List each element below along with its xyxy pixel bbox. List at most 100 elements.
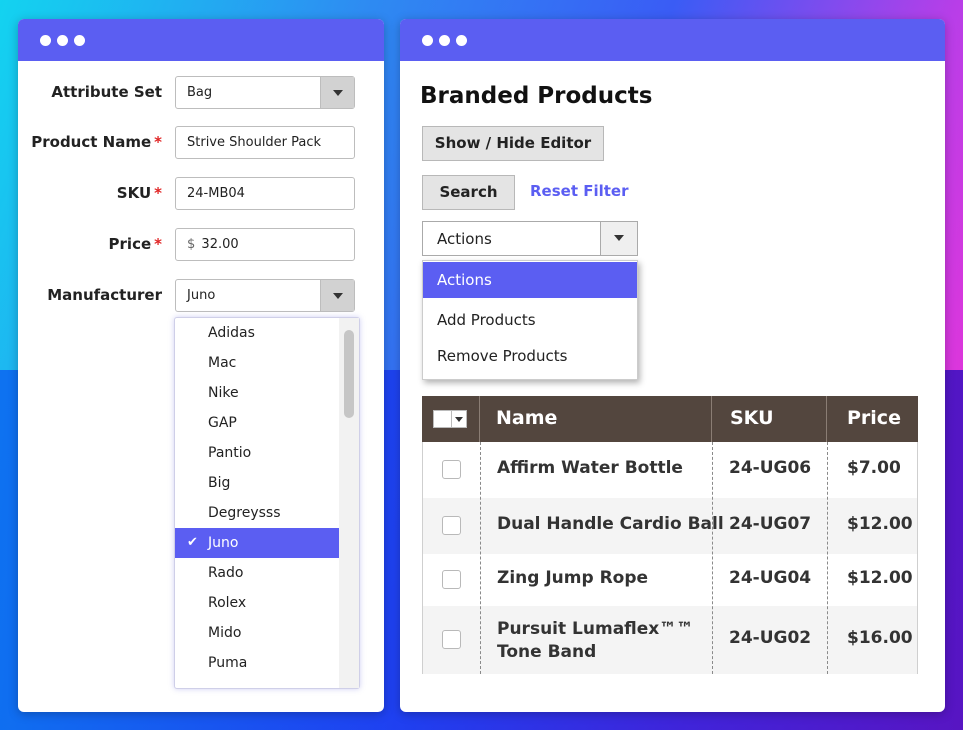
manufacturer-option[interactable]: Degreysss — [175, 498, 339, 528]
chevron-down-icon[interactable] — [600, 222, 637, 255]
cell-price: $12.00 — [847, 514, 913, 534]
manufacturer-option[interactable]: Nike — [175, 378, 339, 408]
cell-price: $12.00 — [847, 568, 913, 588]
manufacturer-option[interactable]: Mac — [175, 348, 339, 378]
chevron-down-icon[interactable] — [320, 280, 354, 311]
row-checkbox[interactable] — [442, 570, 461, 589]
row-checkbox[interactable] — [442, 630, 461, 649]
chevron-down-icon[interactable] — [455, 417, 463, 422]
product-name-input[interactable]: Strive Shoulder Pack — [175, 126, 355, 159]
scrollbar-thumb[interactable] — [344, 330, 354, 418]
attribute-set-row: Attribute Set Bag — [18, 76, 384, 110]
manufacturer-option[interactable]: Puma — [175, 648, 339, 678]
sku-input[interactable]: 24-MB04 — [175, 177, 355, 210]
cell-price: $7.00 — [847, 458, 901, 478]
cell-name-line1: Pursuit Lumaflex™™ — [497, 619, 694, 639]
manufacturer-label: Manufacturer — [47, 286, 162, 304]
manufacturer-option-label: Adidas — [208, 325, 255, 341]
product-form-window: Attribute Set Bag Product Name * Strive S… — [18, 19, 384, 712]
cell-name-line2: Tone Band — [497, 642, 597, 662]
cell-sku: 24-UG04 — [729, 568, 812, 588]
window-dot-icon — [422, 34, 433, 46]
manufacturer-option[interactable]: Pantio — [175, 438, 339, 468]
manufacturer-value: Juno — [187, 288, 216, 303]
window-dot-icon — [74, 34, 85, 46]
cell-sku: 24-UG06 — [729, 458, 812, 478]
cell-sku: 24-UG02 — [729, 628, 812, 648]
column-divider — [827, 442, 828, 674]
row-checkbox[interactable] — [442, 460, 461, 479]
table-row[interactable]: Pursuit Lumaflex™™ Tone Band 24-UG02 $16.00 — [423, 606, 917, 674]
mass-select-checkbox[interactable] — [433, 410, 467, 428]
window-titlebar — [18, 19, 384, 61]
page-title: Branded Products — [420, 83, 653, 109]
row-checkbox[interactable] — [442, 516, 461, 535]
manufacturer-option-label: GAP — [208, 415, 237, 431]
column-divider — [480, 442, 481, 674]
cell-name: Dual Handle Cardio Ball — [497, 514, 724, 534]
manufacturer-option[interactable]: Big — [175, 468, 339, 498]
column-header-price[interactable]: Price — [847, 396, 901, 442]
manufacturer-dropdown[interactable]: Adidas Mac Nike GAP Pantio Big Degreysss ✔ Juno R… — [174, 317, 360, 689]
price-input[interactable]: $ 32.00 — [175, 228, 355, 261]
show-hide-editor-button[interactable]: Show / Hide Editor — [422, 126, 604, 161]
check-icon: ✔ — [187, 535, 198, 550]
manufacturer-select[interactable]: Juno — [175, 279, 355, 312]
manufacturer-option-label: Degreysss — [208, 505, 281, 521]
table-row[interactable]: Affirm Water Bottle 24-UG06 $7.00 — [423, 442, 917, 498]
chevron-down-icon[interactable] — [320, 77, 354, 108]
cell-name: Pursuit Lumaflex™™ Tone Band — [497, 618, 693, 664]
product-name-row: Product Name * Strive Shoulder Pack — [18, 126, 384, 160]
table-row[interactable]: Zing Jump Rope 24-UG04 $12.00 — [423, 554, 917, 606]
required-mark: * — [154, 184, 162, 202]
manufacturer-option[interactable]: Rolex — [175, 588, 339, 618]
manufacturer-option-label: Big — [208, 475, 231, 491]
window-titlebar — [400, 19, 945, 61]
grid-header: Name SKU Price — [422, 396, 918, 442]
price-label: Price * — [108, 235, 162, 253]
sku-value: 24-MB04 — [187, 186, 245, 201]
actions-menu-item-remove-products[interactable]: Remove Products — [423, 338, 637, 374]
manufacturer-option-label: Mac — [208, 355, 237, 371]
manufacturer-option[interactable]: Rado — [175, 558, 339, 588]
actions-select-value: Actions — [437, 230, 492, 248]
required-mark: * — [154, 235, 162, 253]
column-header-sku[interactable]: SKU — [730, 396, 774, 442]
cell-name: Zing Jump Rope — [497, 568, 649, 588]
manufacturer-row: Manufacturer Juno — [18, 279, 384, 313]
product-name-value: Strive Shoulder Pack — [187, 135, 322, 150]
product-name-label: Product Name * — [31, 133, 162, 151]
search-button[interactable]: Search — [422, 175, 515, 210]
actions-menu-item-add-products[interactable]: Add Products — [423, 302, 637, 338]
manufacturer-option[interactable]: ✔ Juno — [175, 528, 339, 558]
grid-body: Affirm Water Bottle 24-UG06 $7.00 Dual Hand… — [422, 442, 918, 674]
manufacturer-option-label: Puma — [208, 655, 248, 671]
column-divider — [712, 442, 713, 674]
branded-products-window: Branded Products Show / Hide Editor Sear… — [400, 19, 945, 712]
price-value: 32.00 — [201, 237, 239, 252]
manufacturer-option-label: Mido — [208, 625, 242, 641]
window-dot-icon — [57, 34, 68, 46]
actions-menu: Actions Add Products Remove Products — [422, 260, 638, 380]
attribute-set-select[interactable]: Bag — [175, 76, 355, 109]
attribute-set-value: Bag — [187, 85, 213, 100]
currency-prefix: $ — [187, 237, 196, 252]
column-header-name[interactable]: Name — [496, 396, 557, 442]
window-dot-icon — [439, 34, 450, 46]
manufacturer-option[interactable]: Mido — [175, 618, 339, 648]
table-row[interactable]: Dual Handle Cardio Ball 24-UG07 $12.00 — [423, 498, 917, 554]
cell-name: Affirm Water Bottle — [497, 458, 683, 478]
actions-select[interactable]: Actions — [422, 221, 638, 256]
actions-menu-item[interactable]: Actions — [423, 262, 637, 298]
reset-filter-link[interactable]: Reset Filter — [530, 182, 629, 200]
price-row: Price * $ 32.00 — [18, 228, 384, 262]
sku-label: SKU * — [116, 184, 162, 202]
sku-row: SKU * 24-MB04 — [18, 177, 384, 211]
manufacturer-option-label: Pantio — [208, 445, 252, 461]
window-dot-icon — [456, 34, 467, 46]
dropdown-scrollbar[interactable] — [339, 318, 359, 688]
manufacturer-option[interactable]: GAP — [175, 408, 339, 438]
manufacturer-option[interactable]: Adidas — [175, 318, 339, 348]
cell-price: $16.00 — [847, 628, 913, 648]
cell-sku: 24-UG07 — [729, 514, 812, 534]
